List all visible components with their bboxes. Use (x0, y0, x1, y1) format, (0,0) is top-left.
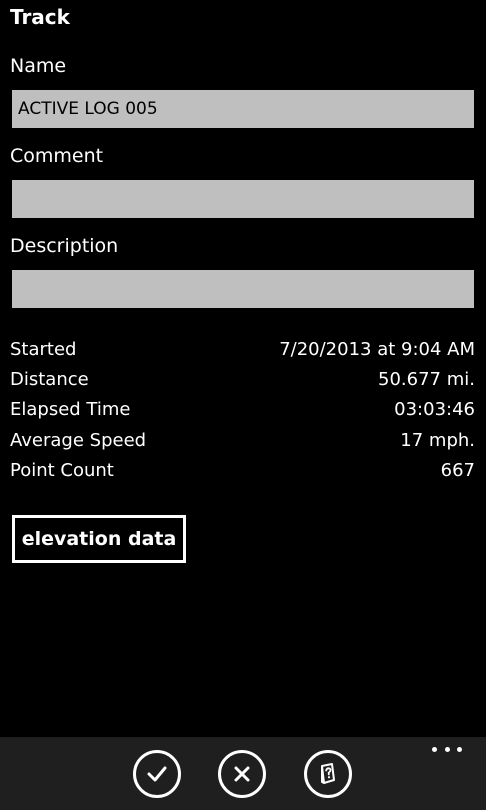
help-book-icon (321, 763, 335, 784)
confirm-button[interactable] (133, 750, 181, 798)
name-label: Name (10, 55, 67, 77)
stat-value: 667 (440, 459, 475, 481)
elevation-data-button[interactable]: elevation data (12, 515, 186, 563)
stat-value: 50.677 mi. (378, 368, 475, 390)
page-title: Track (10, 5, 70, 29)
track-stats: Started 7/20/2013 at 9:04 AM Distance 50… (10, 334, 475, 485)
description-label: Description (10, 235, 119, 257)
stat-label: Average Speed (10, 429, 147, 451)
stat-label: Point Count (10, 459, 114, 481)
dot (444, 746, 450, 752)
close-icon (234, 766, 250, 782)
help-button[interactable] (304, 750, 352, 798)
dot (432, 746, 437, 752)
stat-row-started: Started 7/20/2013 at 9:04 AM (10, 334, 475, 364)
stat-value: 17 mph. (400, 429, 475, 451)
description-field[interactable] (12, 270, 474, 308)
stat-label: Elapsed Time (10, 399, 131, 421)
stat-value: 03:03:46 (394, 399, 475, 421)
stat-label: Distance (10, 368, 89, 390)
name-field[interactable] (12, 90, 474, 128)
check-icon (147, 766, 167, 782)
stat-value: 7/20/2013 at 9:04 AM (279, 338, 475, 360)
stat-label: Started (10, 338, 77, 360)
comment-label: Comment (10, 145, 104, 167)
stat-row-average-speed: Average Speed 17 mph. (10, 425, 475, 455)
stat-row-point-count: Point Count 667 (10, 455, 475, 485)
app-bar (0, 737, 486, 810)
more-options-icon[interactable] (432, 742, 462, 756)
dot (457, 746, 462, 752)
cancel-button[interactable] (218, 750, 266, 798)
stat-row-distance: Distance 50.677 mi. (10, 364, 475, 394)
stat-row-elapsed-time: Elapsed Time 03:03:46 (10, 395, 475, 425)
comment-field[interactable] (12, 180, 474, 218)
